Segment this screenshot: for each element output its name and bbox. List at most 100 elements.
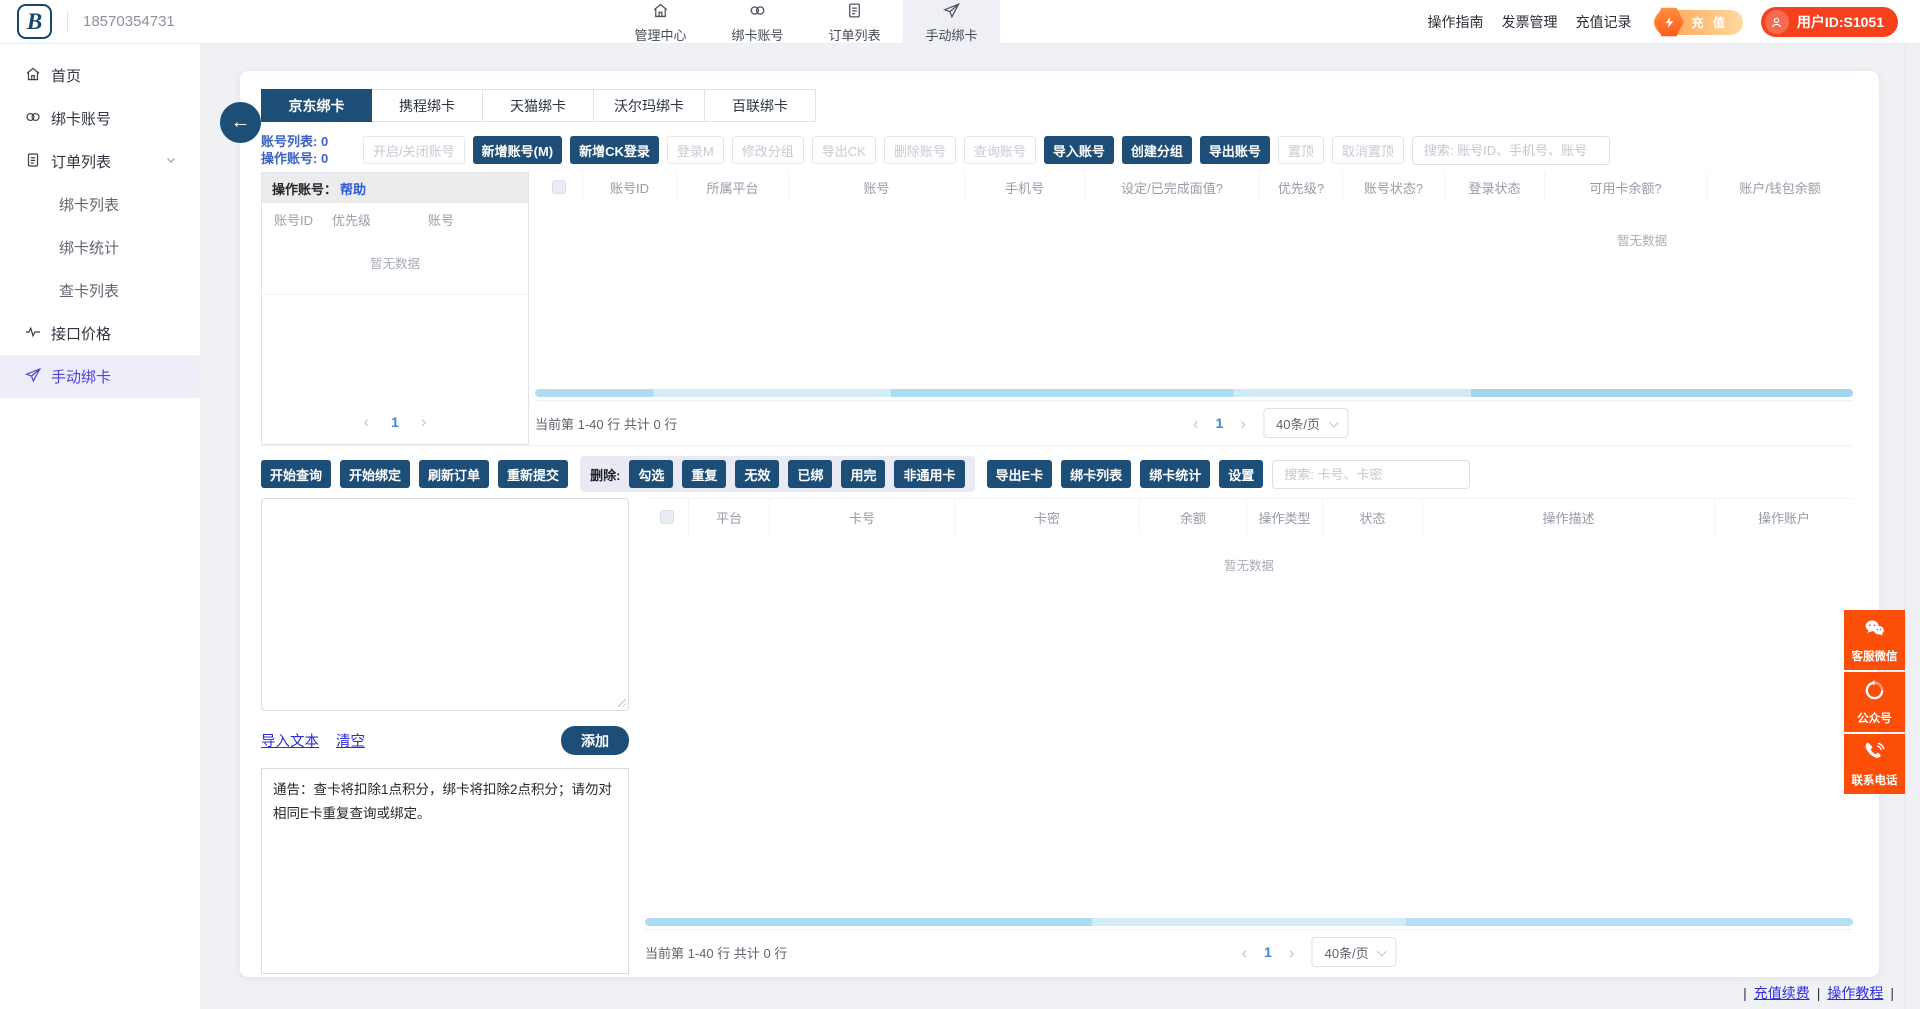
cancel-pin-button[interactable]: 取消置顶 <box>1332 136 1404 164</box>
next-page-icon[interactable]: › <box>421 413 427 430</box>
sidebar-item-bind-accounts[interactable]: 订单列表 绑卡账号 <box>0 97 200 140</box>
operator-panel-columns: 账号ID 优先级 账号 <box>262 203 528 235</box>
import-text-link[interactable]: 导入文本 <box>261 730 319 751</box>
header-cell: 状态 <box>1323 499 1423 535</box>
user-badge[interactable]: 用户ID:S1051 <box>1761 7 1898 37</box>
import-account-button[interactable]: 导入账号 <box>1044 136 1114 164</box>
collapse-panel-button[interactable]: ← <box>220 102 261 143</box>
create-group-button[interactable]: 创建分组 <box>1122 136 1192 164</box>
sidebar: 首页 订单列表 绑卡账号 订单列表 绑卡列表 绑卡统计 查卡列表 接口价格 手动… <box>0 44 200 1009</box>
delete-account-button[interactable]: 删除账号 <box>884 136 956 164</box>
tab-tmall-bind[interactable]: 天猫绑卡 <box>483 89 594 122</box>
sidebar-item-order-list[interactable]: 订单列表 <box>0 140 200 183</box>
tab-bailian-bind[interactable]: 百联绑卡 <box>705 89 816 122</box>
account-stats: 账号列表: 0 操作账号: 0 <box>261 133 355 167</box>
cards-table-hscrollbar[interactable] <box>645 918 1853 926</box>
tab-ctrip-bind[interactable]: 携程绑卡 <box>372 89 483 122</box>
cards-table-body: 暂无数据 <box>645 535 1853 916</box>
start-query-button[interactable]: 开始查询 <box>261 460 331 488</box>
query-account-button[interactable]: 查询账号 <box>964 136 1036 164</box>
sidebar-item-manual-bind[interactable]: 手动绑卡 <box>0 355 200 398</box>
header-cell: 账号ID <box>583 172 677 202</box>
official-account-icon <box>1863 679 1886 707</box>
browser-scrollbar[interactable] <box>1905 44 1920 1009</box>
pin-top-button[interactable]: 置顶 <box>1278 136 1324 164</box>
sidebar-item-bind-stats[interactable]: 绑卡统计 <box>0 226 200 269</box>
delete-checked-button[interactable]: 勾选 <box>629 460 673 488</box>
resubmit-button[interactable]: 重新提交 <box>498 460 568 488</box>
app-logo[interactable]: B <box>17 4 52 39</box>
sidebar-item-api-price[interactable]: 接口价格 <box>0 312 200 355</box>
official-account-button[interactable]: 公众号 <box>1844 672 1905 732</box>
recharge-renew-link[interactable]: 充值续费 <box>1754 983 1810 1003</box>
cards-toolbar: 开始查询 开始绑定 刷新订单 重新提交 删除: 勾选 重复 无效 已绑 用完 非… <box>261 456 1853 492</box>
start-bind-button[interactable]: 开始绑定 <box>340 460 410 488</box>
prev-page-icon[interactable]: ‹ <box>1193 415 1199 432</box>
page-number[interactable]: 1 <box>1216 415 1224 431</box>
add-account-m-button[interactable]: 新增账号(M) <box>473 136 563 164</box>
cards-table: 平台 卡号 卡密 余额 操作类型 状态 操作描述 操作账户 暂无数据 当前 <box>645 498 1853 974</box>
prev-page-icon[interactable]: ‹ <box>363 413 369 430</box>
nav-item-bind-accounts[interactable]: 绑卡账号 <box>709 0 806 44</box>
card-input-textarea[interactable] <box>261 498 629 711</box>
help-link[interactable]: 帮助 <box>340 179 366 198</box>
platform-tabs: 京东绑卡 携程绑卡 天猫绑卡 沃尔玛绑卡 百联绑卡 <box>261 89 1853 122</box>
delete-nonuniversal-button[interactable]: 非通用卡 <box>894 460 964 488</box>
bind-stats-button[interactable]: 绑卡统计 <box>1140 460 1210 488</box>
footer-separator: | <box>1890 985 1894 1001</box>
section-divider <box>261 445 1853 446</box>
header-cell: 平台 <box>689 499 770 535</box>
page-number[interactable]: 1 <box>391 414 399 430</box>
accounts-table-hscrollbar[interactable] <box>535 389 1853 397</box>
link-icon <box>748 1 767 23</box>
card-search-input[interactable] <box>1272 460 1470 489</box>
modify-group-button[interactable]: 修改分组 <box>732 136 804 164</box>
header-cell: 设定/已完成面值? <box>1085 172 1260 202</box>
tab-jd-bind[interactable]: 京东绑卡 <box>261 89 372 122</box>
account-list-count: 账号列表: 0 <box>261 133 355 150</box>
export-account-button[interactable]: 导出账号 <box>1200 136 1270 164</box>
page-size-select[interactable]: 40条/页 <box>1263 408 1348 438</box>
nav-item-management-center[interactable]: 管理中心 <box>612 0 709 44</box>
select-all-checkbox[interactable] <box>552 180 566 194</box>
bind-list-button[interactable]: 绑卡列表 <box>1061 460 1131 488</box>
page-size-select[interactable]: 40条/页 <box>1312 937 1397 967</box>
guide-link[interactable]: 操作指南 <box>1428 12 1484 32</box>
login-m-button[interactable]: 登录M <box>667 136 724 164</box>
next-page-icon[interactable]: › <box>1289 944 1295 961</box>
refresh-order-button[interactable]: 刷新订单 <box>419 460 489 488</box>
settings-button[interactable]: 设置 <box>1219 460 1263 488</box>
nav-item-manual-bind[interactable]: 手动绑卡 <box>903 0 1000 44</box>
delete-duplicate-button[interactable]: 重复 <box>682 460 726 488</box>
page-number[interactable]: 1 <box>1264 944 1272 960</box>
export-ecard-button[interactable]: 导出E卡 <box>987 460 1053 488</box>
invoice-link[interactable]: 发票管理 <box>1502 12 1558 32</box>
delete-bound-button[interactable]: 已绑 <box>788 460 832 488</box>
prev-page-icon[interactable]: ‹ <box>1241 944 1247 961</box>
add-button[interactable]: 添加 <box>561 726 629 755</box>
account-search-input[interactable] <box>1412 136 1610 165</box>
tab-walmart-bind[interactable]: 沃尔玛绑卡 <box>594 89 705 122</box>
delete-invalid-button[interactable]: 无效 <box>735 460 779 488</box>
sidebar-item-home[interactable]: 首页 <box>0 54 200 97</box>
clear-link[interactable]: 清空 <box>336 730 365 751</box>
export-ck-button[interactable]: 导出CK <box>812 136 876 164</box>
accounts-table-body: 暂无数据 <box>535 202 1853 389</box>
recharge-button[interactable]: 充 值 <box>1654 10 1743 35</box>
select-all-checkbox[interactable] <box>660 510 674 524</box>
wechat-support-button[interactable]: 客服微信 <box>1844 610 1905 670</box>
sidebar-item-card-query-list[interactable]: 查卡列表 <box>0 269 200 312</box>
next-page-icon[interactable]: › <box>1240 415 1246 432</box>
tutorial-link[interactable]: 操作教程 <box>1827 983 1883 1003</box>
add-ck-login-button[interactable]: 新增CK登录 <box>570 136 659 164</box>
recharge-record-link[interactable]: 充值记录 <box>1576 12 1632 32</box>
delete-used-button[interactable]: 用完 <box>841 460 885 488</box>
nav-item-order-list[interactable]: 订单列表 <box>806 0 903 44</box>
phone-contact-button[interactable]: 联系电话 <box>1844 734 1905 794</box>
header-cell: 优先级? <box>1260 172 1343 202</box>
column-header: 账号 <box>428 210 454 229</box>
accounts-table: 账号ID 所属平台 账号 手机号 设定/已完成面值? 优先级? 账号状态? 登录… <box>535 172 1853 445</box>
toggle-account-button[interactable]: 开启/关闭账号 <box>363 136 465 164</box>
sidebar-item-bind-list[interactable]: 绑卡列表 <box>0 183 200 226</box>
sidebar-item-label: 订单列表 <box>51 151 111 172</box>
